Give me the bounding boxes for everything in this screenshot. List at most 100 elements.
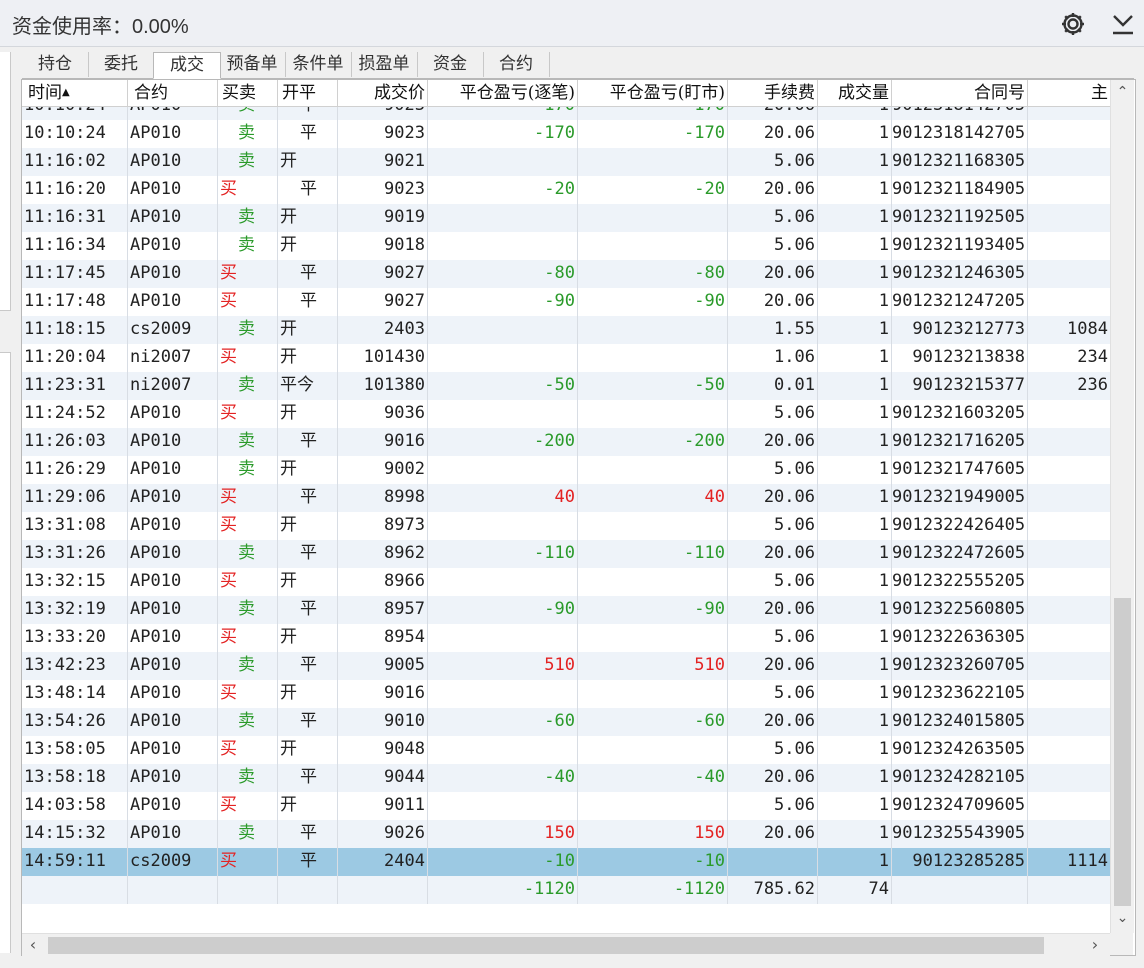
vertical-scroll-thumb[interactable] (1114, 598, 1131, 906)
download-icon[interactable] (1110, 11, 1136, 37)
cell-main (1028, 540, 1110, 568)
table-row[interactable]: 11:29:06 AP010 买平 8998 40 40 20.06 1 90123219490… (22, 484, 1110, 512)
tab-contracts[interactable]: 合约 (483, 52, 550, 77)
cell-time: 11:16:31 (22, 204, 128, 232)
table-row[interactable]: 13:31:26 AP010 卖平 8962 -110 -110 20.06 1 9012322… (22, 540, 1110, 568)
col-price[interactable]: 成交价 (338, 80, 428, 106)
tab-trades[interactable]: 成交 (153, 52, 221, 79)
tab-conditional[interactable]: 条件单 (285, 52, 352, 77)
cell-side: 买 (218, 736, 278, 764)
cell-contract-no: 9012323260705140350 (892, 652, 1028, 680)
horizontal-scroll-thumb[interactable] (48, 937, 1044, 954)
cell-volume: 1 (818, 596, 892, 624)
horizontal-scrollbar[interactable]: ‹ › (22, 933, 1110, 956)
table-row[interactable]: 11:17:45 AP010 买平 9027 -80 -80 20.06 1 901232124… (22, 260, 1110, 288)
tab-preorders[interactable]: 预备单 (219, 52, 286, 77)
table-row[interactable]: 11:16:31AP010卖开9019 5.0619012321192505140… (22, 204, 1110, 232)
cell-main (1028, 624, 1110, 652)
cell-side: 买 (218, 260, 278, 288)
cell-pnl-mark: 40 (578, 484, 728, 512)
col-main[interactable]: 主 (1028, 80, 1110, 106)
cell-open-close: 开 (278, 792, 338, 820)
table-row[interactable]: 13:33:20AP010买开8954 5.0619012322636305140… (22, 624, 1110, 652)
top-bar: 资金使用率：0.00% (0, 0, 1144, 47)
table-row[interactable]: 11:17:48 AP010 买平 9027 -90 -90 20.06 1 901232124… (22, 288, 1110, 316)
cell-time: 14:15:32 (22, 820, 128, 848)
cell-contract-no: 9012323622105140358 (892, 680, 1028, 708)
col-open-close[interactable]: 开平 (278, 80, 338, 106)
table-row[interactable]: 14:59:11 cs2009 买平 2404 -10 -10 1 90123285285 11… (22, 848, 1110, 876)
cell-open-close: 平 (278, 764, 338, 792)
table-row[interactable]: 11:26:29AP010卖开9002 5.0619012321747605140… (22, 456, 1110, 484)
cell-contract: AP010 (128, 484, 218, 512)
col-pnl-trade[interactable]: 平仓盈亏(逐笔) (428, 80, 578, 106)
col-contract[interactable]: 合约 (128, 80, 218, 106)
table-row[interactable]: 13:58:05AP010买开9048 5.0619012324263505140… (22, 736, 1110, 764)
cell-volume: 1 (818, 107, 892, 120)
cell-main (1028, 232, 1110, 260)
cell-volume: 1 (818, 120, 892, 148)
col-side[interactable]: 买卖 (218, 80, 278, 106)
cell-pnl-trade (428, 204, 578, 232)
cell-fee: 20.06 (728, 764, 818, 792)
cell-contract: AP010 (128, 148, 218, 176)
cell-time: 11:26:29 (22, 456, 128, 484)
cell-pnl-trade: -10 (428, 848, 578, 876)
col-time[interactable]: 时间▲ (22, 80, 128, 106)
table-row[interactable]: 11:23:31 ni2007 卖平今 101380 -50 -50 0.01 1 901232… (22, 372, 1110, 400)
table-row[interactable]: 13:58:18 AP010 卖平 9044 -40 -40 20.06 1 901232428… (22, 764, 1110, 792)
scroll-down-icon[interactable]: ⌄ (1111, 906, 1134, 930)
cell-contract: AP010 (128, 400, 218, 428)
cell-open-close: 平 (278, 848, 338, 876)
gear-icon[interactable] (1060, 11, 1086, 37)
cell-time: 13:32:15 (22, 568, 128, 596)
col-contract-no[interactable]: 合同号 (892, 80, 1028, 106)
table-row[interactable]: 11:16:34AP010卖开9018 5.0619012321193405140… (22, 232, 1110, 260)
cell-time: 11:29:06 (22, 484, 128, 512)
table-row[interactable]: 13:32:19 AP010 卖平 8957 -90 -90 20.06 1 901232256… (22, 596, 1110, 624)
scroll-up-icon[interactable]: ⌃ (1111, 80, 1134, 104)
tab-orders[interactable]: 委托 (88, 52, 155, 77)
tab-positions[interactable]: 持仓 (22, 52, 89, 77)
cell-time: 11:16:34 (22, 232, 128, 260)
table-row[interactable]: 11:18:15 cs2009 卖开 2403 1.55 1 90123212773 1084 (22, 316, 1110, 344)
cell-side: 卖 (218, 204, 278, 232)
cell-contract: AP010 (128, 120, 218, 148)
table-row[interactable]: 13:48:14AP010买开9016 5.0619012323622105140… (22, 680, 1110, 708)
cell-side: 卖 (218, 764, 278, 792)
table-row[interactable]: 13:31:08AP010买开8973 5.0619012322426405140… (22, 512, 1110, 540)
table-row[interactable]: 10:10:24AP010卖平9023-170-17020.0619012318… (22, 120, 1110, 148)
cell-pnl-trade: -1120 (428, 876, 578, 904)
scroll-right-icon[interactable]: › (1084, 934, 1106, 956)
table-row[interactable]: 11:24:52AP010买开9036 5.0619012321603205140… (22, 400, 1110, 428)
table-row[interactable]: 13:54:26 AP010 卖平 9010 -60 -60 20.06 1 901232401… (22, 708, 1110, 736)
cell-time: 13:42:23 (22, 652, 128, 680)
col-pnl-mark[interactable]: 平仓盈亏(盯市) (578, 80, 728, 106)
tab-stop-profit[interactable]: 损盈单 (351, 52, 418, 77)
cell-main (1028, 764, 1110, 792)
cell-open-close: 开 (278, 680, 338, 708)
table-row[interactable]: 10:10:24AP010卖平9023-170-17020.0619012318… (22, 107, 1110, 120)
table-row[interactable]: 11:16:02AP010卖开9021 5.0619012321168305140… (22, 148, 1110, 176)
cell-pnl-trade (428, 512, 578, 540)
cell-contract: AP010 (128, 708, 218, 736)
table-row[interactable]: 13:42:23 AP010 卖平 9005 510 510 20.06 1 901232326… (22, 652, 1110, 680)
table-row[interactable]: 11:20:04 ni2007 买开 101430 1.06 1 90123213838 23… (22, 344, 1110, 372)
table-row[interactable]: 11:26:03 AP010 卖平 9016 -200 -200 20.06 1 9012321… (22, 428, 1110, 456)
col-fee[interactable]: 手续费 (728, 80, 818, 106)
vertical-scrollbar[interactable]: ⌃ ⌄ (1110, 80, 1134, 933)
cell-pnl-trade: -20 (428, 176, 578, 204)
table-row[interactable]: 13:32:15AP010买开8966 5.0619012322555205140… (22, 568, 1110, 596)
col-volume[interactable]: 成交量 (818, 80, 892, 106)
left-panel-edge (0, 52, 11, 311)
cell-side: 卖 (218, 120, 278, 148)
cell-side: 买 (218, 400, 278, 428)
table-row[interactable]: 11:16:20 AP010 买平 9023 -20 -20 20.06 1 901232118… (22, 176, 1110, 204)
tab-funds[interactable]: 资金 (417, 52, 484, 77)
table-row[interactable]: 14:03:58AP010买开9011 5.0619012324709605140… (22, 792, 1110, 820)
scroll-left-icon[interactable]: ‹ (22, 934, 44, 956)
table-row[interactable]: 14:15:32 AP010 卖平 9026 150 150 20.06 1 901232554… (22, 820, 1110, 848)
cell-volume: 1 (818, 624, 892, 652)
cell-volume: 1 (818, 680, 892, 708)
cell-contract: cs2009 (128, 316, 218, 344)
